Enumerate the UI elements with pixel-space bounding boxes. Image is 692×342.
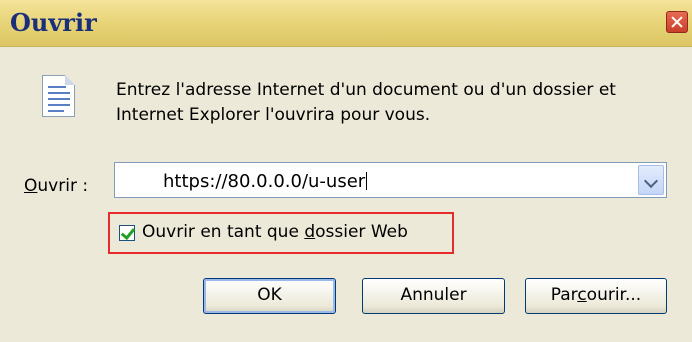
title-bar[interactable]: Ouvrir xyxy=(0,0,692,47)
dialog-description: Entrez l'adresse Internet d'un document … xyxy=(116,78,616,128)
open-label-access-key: O xyxy=(24,176,38,196)
document-icon xyxy=(42,75,75,117)
description-line-1: Entrez l'adresse Internet d'un document … xyxy=(116,80,616,100)
description-line-2: Internet Explorer l'ouvrira pour vous. xyxy=(116,105,431,125)
web-folder-label[interactable]: Ouvrir en tant que dossier Web xyxy=(142,222,408,242)
address-combobox[interactable]: https://80.0.0.0/u-user xyxy=(114,162,667,198)
web-folder-checkbox[interactable] xyxy=(119,225,135,241)
cancel-button[interactable]: Annuler xyxy=(362,278,505,314)
open-dialog: Ouvrir Entrez l'adresse Internet d'un do… xyxy=(0,0,692,342)
browse-button[interactable]: Parcourir... xyxy=(525,278,667,314)
open-field-label: Ouvrir : xyxy=(24,176,88,196)
web-folder-label-part1: Ouvrir en tant que xyxy=(142,222,305,242)
address-input[interactable]: https://80.0.0.0/u-user xyxy=(163,171,368,192)
browse-access-key: c xyxy=(577,285,587,305)
chevron-down-icon[interactable] xyxy=(638,165,664,195)
web-folder-access-key: d xyxy=(304,222,316,242)
browse-label-part1: Par xyxy=(550,285,578,305)
text-caret xyxy=(366,172,368,190)
window-title: Ouvrir xyxy=(10,8,97,37)
web-folder-highlight: Ouvrir en tant que dossier Web xyxy=(108,212,454,254)
close-icon[interactable] xyxy=(666,11,688,33)
web-folder-label-part2: ossier Web xyxy=(315,222,408,242)
address-value: https://80.0.0.0/u-user xyxy=(163,171,366,192)
open-label-text: uvrir : xyxy=(37,176,89,196)
ok-button[interactable]: OK xyxy=(203,278,336,314)
browse-label-part2: ourir... xyxy=(586,285,642,305)
